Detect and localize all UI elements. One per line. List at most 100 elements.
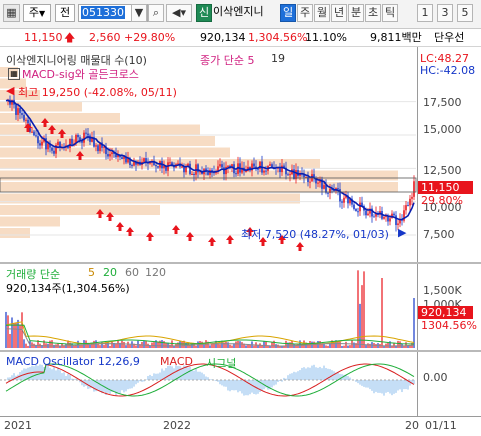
count-button-3[interactable]: 3 — [437, 4, 453, 22]
current-pct-tag: 29.80% — [421, 194, 463, 207]
macd-label: MACD — [160, 355, 193, 368]
candle-body — [323, 185, 325, 189]
volume-ratio: 1,304.56% — [248, 30, 307, 45]
period-tab-3[interactable]: 년 — [331, 4, 347, 22]
volume-bar — [195, 346, 196, 348]
candle-body — [71, 139, 73, 144]
oscillator-bar — [367, 380, 368, 388]
count-button-1[interactable]: 1 — [417, 4, 433, 22]
tick-12500: 12,500 — [423, 164, 462, 177]
x-label-20: 20 — [405, 419, 419, 432]
oscillator-bar — [159, 373, 160, 380]
volume-bar — [369, 344, 370, 348]
oscillator-bar — [299, 370, 300, 380]
oscillator-bar — [97, 380, 98, 391]
search-icon[interactable]: ⌕ — [148, 4, 164, 22]
oscillator-bar — [333, 371, 334, 380]
oscillator-bar — [243, 380, 244, 396]
period-tab-5[interactable]: 초 — [365, 4, 381, 22]
candle-body — [365, 211, 367, 216]
volume-bar — [89, 345, 90, 348]
candle-body — [51, 148, 53, 151]
item-label: 전 — [60, 6, 70, 19]
volume-ma5 — [6, 322, 414, 344]
oscillator-bar — [315, 367, 316, 380]
profile-bar — [0, 205, 160, 215]
candle-body — [411, 197, 413, 199]
volume-bar — [239, 341, 240, 348]
oscillator-bar — [125, 380, 126, 391]
oscillator-bar — [155, 374, 156, 380]
candle-body — [155, 165, 157, 166]
oscillator-bar — [235, 380, 236, 390]
tick-15000: 15,000 — [423, 123, 462, 136]
oscillator-bar — [405, 380, 406, 389]
market-select[interactable]: 주▼ — [23, 4, 51, 22]
candle-body — [219, 164, 221, 166]
volume-bar — [17, 320, 18, 348]
oscillator-bar — [377, 380, 378, 393]
oscillator-bar — [51, 369, 52, 380]
oscillator-bar — [249, 380, 250, 394]
volume-panel[interactable] — [0, 264, 481, 350]
volume-bar — [163, 341, 164, 348]
oscillator-bar — [323, 366, 324, 380]
volume-bar — [263, 341, 264, 348]
golden-cross-marker — [296, 242, 304, 251]
volume-bar — [231, 346, 232, 348]
oscillator-bar — [221, 380, 222, 385]
candle-body — [207, 172, 209, 175]
x-label-2021: 2021 — [4, 419, 32, 432]
oscillator-bar — [251, 380, 252, 393]
speaker-icon[interactable]: ◀▾ — [166, 4, 192, 22]
turnover-rate: 11.10% — [305, 30, 347, 45]
signal-legend: 시그널 — [206, 355, 236, 371]
oscillator-bar — [293, 372, 294, 380]
period-tab-2[interactable]: 월 — [314, 4, 330, 22]
candle-body — [23, 115, 25, 121]
volume-bar — [253, 346, 254, 348]
candle-body — [393, 214, 395, 216]
oscillator-bar — [229, 380, 230, 391]
market-label: 주 — [29, 6, 39, 19]
oscillator-bar — [311, 366, 312, 380]
candle-body — [405, 205, 407, 210]
toolbar: ▦ 주▼ 전 051330 ▼ ⌕ ◀▾ 신 이삭엔지니 일주월년분초틱 135 — [0, 0, 481, 29]
candle-body — [31, 132, 33, 133]
overlay-box-icon[interactable]: ▦ — [8, 68, 20, 80]
period-tab-1[interactable]: 주 — [297, 4, 313, 22]
oscillator-bar — [371, 380, 372, 391]
candle-body — [235, 173, 237, 174]
oscillator-bar — [61, 373, 62, 380]
dropdown-icon[interactable]: ▼ — [131, 4, 147, 22]
oscillator-bar — [397, 380, 398, 390]
oscillator-bar — [379, 380, 380, 393]
oscillator-bar — [165, 368, 166, 380]
period-tab-6[interactable]: 틱 — [382, 4, 398, 22]
current-volume-tag: 920,134 — [418, 306, 473, 319]
ma-label: 종가 단순 5 — [200, 52, 254, 68]
item-select[interactable]: 전 — [55, 4, 75, 22]
volume-bar — [325, 345, 326, 348]
oscillator-bar — [363, 380, 364, 387]
candle-body — [85, 133, 87, 134]
period-tab-4[interactable]: 분 — [348, 4, 364, 22]
period-tab-0[interactable]: 일 — [280, 4, 296, 22]
volume-bar — [73, 346, 74, 348]
oscillator-bar — [305, 368, 306, 380]
quote-bar: 11,150 🡅 2,560 +29.80% 920,134 1,304.56%… — [0, 29, 481, 47]
candle-body — [309, 182, 311, 183]
candle-body — [193, 174, 195, 175]
candle-body — [395, 215, 397, 225]
oscillator-bar — [325, 368, 326, 380]
grid-menu-icon[interactable]: ▦ — [3, 4, 20, 22]
volume-bar — [245, 345, 246, 348]
oscillator-bar — [219, 380, 220, 384]
count-button-5[interactable]: 5 — [457, 4, 473, 22]
candle-body — [389, 218, 391, 221]
oscillator-bar — [317, 368, 318, 380]
candle-body — [109, 154, 111, 156]
volume-bar — [327, 346, 328, 348]
candle-body — [25, 120, 27, 121]
oscillator-bar — [121, 380, 122, 390]
